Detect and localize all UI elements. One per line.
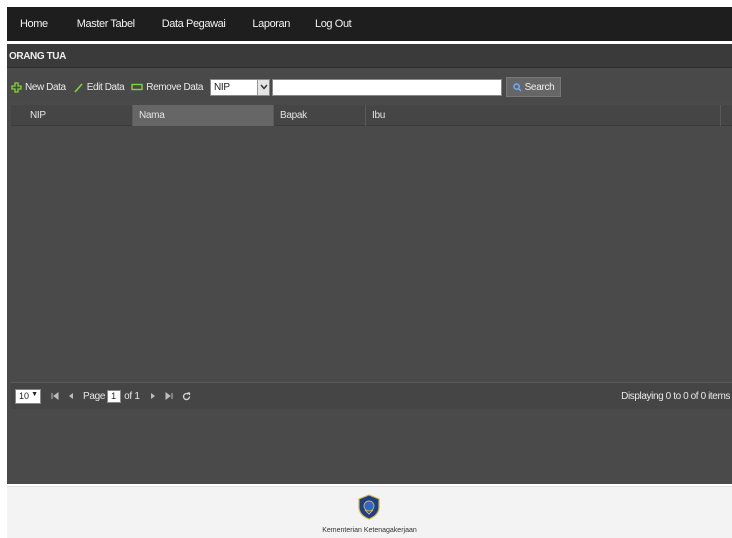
nav-laporan[interactable]: Laporan bbox=[252, 18, 290, 30]
caret-down-icon: ▼ bbox=[31, 390, 38, 398]
nav-home[interactable]: Home bbox=[20, 18, 48, 30]
search-button-label: Search bbox=[524, 81, 555, 93]
search-button[interactable]: Search bbox=[506, 77, 562, 97]
page-size-value: 10 bbox=[19, 390, 30, 401]
grid-header: NIP Nama Bapak Ibu bbox=[11, 105, 732, 126]
pagination-bar: 10 ▼ Page of 1 Displaying 0 to 0 of 0 it… bbox=[11, 382, 732, 409]
column-header-bapak[interactable]: Bapak bbox=[274, 105, 366, 126]
footer: Kementerian Ketenagakerjaan bbox=[7, 486, 732, 538]
page-number-input[interactable] bbox=[107, 389, 122, 403]
nav-log-out[interactable]: Log Out bbox=[315, 18, 352, 30]
search-field-value: NIP bbox=[214, 81, 230, 93]
page-label: Page bbox=[83, 390, 106, 402]
column-header-nip[interactable]: NIP bbox=[11, 105, 133, 126]
new-data-label: New Data bbox=[25, 81, 66, 93]
new-data-button[interactable]: New Data bbox=[11, 82, 66, 93]
orang-tua-panel: ORANG TUA New Data Edit Data Remove Data… bbox=[7, 44, 732, 484]
column-header-ibu[interactable]: Ibu bbox=[366, 105, 721, 126]
column-header-nama[interactable]: Nama bbox=[133, 105, 274, 126]
grid-body bbox=[11, 126, 732, 380]
remove-data-button[interactable]: Remove Data bbox=[131, 82, 203, 93]
column-header-spacer bbox=[721, 105, 732, 126]
next-page-icon[interactable] bbox=[150, 392, 156, 400]
minus-box-icon bbox=[131, 82, 143, 92]
pencil-icon bbox=[73, 82, 84, 93]
top-navbar: Home Master Tabel Data Pegawai Laporan L… bbox=[7, 7, 732, 41]
edit-data-label: Edit Data bbox=[86, 81, 125, 93]
prev-page-icon[interactable] bbox=[68, 392, 74, 400]
chevron-down-icon bbox=[257, 79, 270, 95]
nav-data-pegawai[interactable]: Data Pegawai bbox=[162, 18, 226, 30]
plus-icon bbox=[11, 81, 22, 93]
magnifier-icon bbox=[512, 82, 522, 92]
toolbar: New Data Edit Data Remove Data NIP Searc… bbox=[7, 73, 732, 101]
page-total-label: of 1 bbox=[124, 390, 140, 402]
search-input[interactable] bbox=[272, 78, 503, 96]
last-page-icon[interactable] bbox=[165, 392, 173, 400]
panel-title: ORANG TUA bbox=[7, 44, 732, 68]
remove-data-label: Remove Data bbox=[146, 81, 204, 93]
ministry-logo bbox=[356, 494, 382, 520]
page-size-select[interactable]: 10 ▼ bbox=[15, 388, 41, 404]
footer-org-name: Kementerian Ketenagakerjaan bbox=[322, 527, 417, 534]
edit-data-button[interactable]: Edit Data bbox=[73, 82, 125, 93]
first-page-icon[interactable] bbox=[51, 392, 59, 400]
search-field-select[interactable]: NIP bbox=[210, 78, 271, 96]
display-info: Displaying 0 to 0 of 0 items bbox=[621, 391, 730, 402]
refresh-icon[interactable] bbox=[182, 391, 191, 401]
nav-master-tabel[interactable]: Master Tabel bbox=[77, 18, 135, 30]
